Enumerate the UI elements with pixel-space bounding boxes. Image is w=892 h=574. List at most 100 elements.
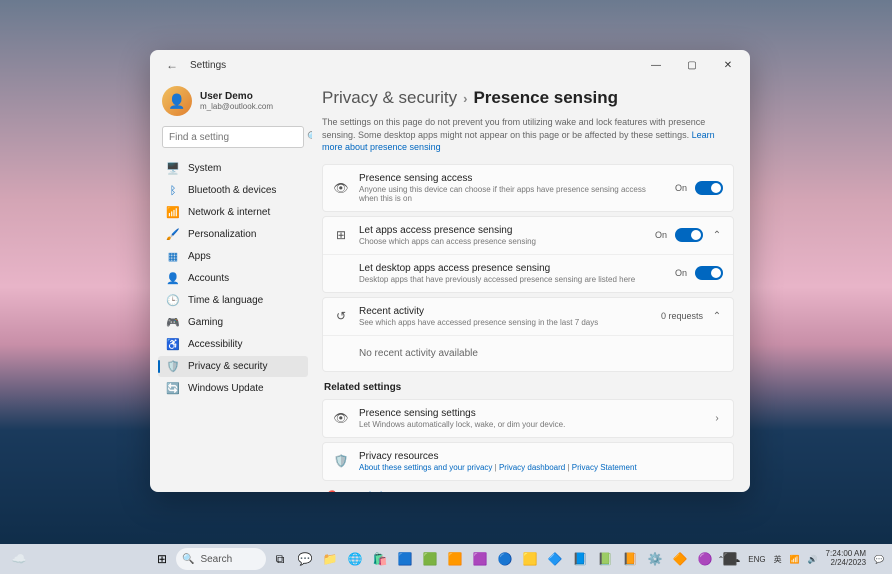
store-icon[interactable]: 🛍️: [369, 548, 391, 570]
taskbar-search[interactable]: 🔍 Search: [176, 548, 266, 570]
back-button[interactable]: ←: [158, 55, 186, 75]
minimize-button[interactable]: —: [638, 53, 674, 77]
app-icon[interactable]: 📗: [594, 548, 616, 570]
taskbar-center: ⊞ 🔍 Search ⧉ 💬 📁 🌐 🛍️ 🟦 🟩 🟧 🟪 🔵 🟨 🔷 📘 📗 …: [151, 548, 741, 570]
app-icon[interactable]: 🟩: [419, 548, 441, 570]
app-icon[interactable]: 🔵: [494, 548, 516, 570]
sidebar: 👤 User Demo m_lab@outlook.com 🔍 🖥️ System…: [150, 80, 312, 492]
lang-indicator[interactable]: ENG: [748, 555, 765, 564]
search-box[interactable]: 🔍: [162, 126, 304, 148]
privacy-about-link[interactable]: About these settings and your privacy: [359, 463, 492, 472]
user-block[interactable]: 👤 User Demo m_lab@outlook.com: [158, 80, 308, 126]
privacy-dashboard-link[interactable]: Privacy dashboard: [499, 463, 565, 472]
get-help-link[interactable]: ❓ Get help: [322, 485, 734, 492]
sidebar-item-accounts[interactable]: 👤Accounts: [158, 268, 308, 289]
task-view-icon[interactable]: ⧉: [269, 548, 291, 570]
edge-icon[interactable]: 🌐: [344, 548, 366, 570]
sidebar-item-label: Gaming: [188, 317, 223, 328]
app-icon[interactable]: 📘: [569, 548, 591, 570]
toggle-state: On: [675, 268, 687, 278]
sidebar-item-label: Privacy & security: [188, 361, 267, 372]
recent-activity-row[interactable]: ↺ Recent activity See which apps have ac…: [323, 298, 733, 335]
apps-icon: ⊞: [333, 227, 349, 243]
window-controls: — ▢ ✕: [638, 53, 746, 77]
content: Privacy & security › Presence sensing Th…: [312, 80, 750, 492]
maximize-button[interactable]: ▢: [674, 53, 710, 77]
user-name: User Demo: [200, 91, 273, 102]
sidebar-item-label: Windows Update: [188, 383, 264, 394]
app-icon[interactable]: 🟧: [444, 548, 466, 570]
privacy-resources-card: 🛡️ Privacy resources About these setting…: [322, 442, 734, 481]
app-icon[interactable]: 📙: [619, 548, 641, 570]
app-icon[interactable]: ⬛: [719, 548, 741, 570]
presence-access-toggle[interactable]: [695, 181, 723, 195]
apps-access-toggle[interactable]: [675, 228, 703, 242]
gaming-icon: 🎮: [166, 316, 180, 330]
sidebar-item-network[interactable]: 📶 Network & internet: [158, 202, 308, 223]
breadcrumb-parent[interactable]: Privacy & security: [322, 88, 457, 108]
chevron-right-icon: ›: [463, 91, 467, 106]
sidebar-item-update[interactable]: 🔄 Windows Update: [158, 378, 308, 399]
request-count: 0 requests: [661, 311, 703, 321]
chevron-up-icon[interactable]: ⌃: [711, 230, 723, 241]
sidebar-item-apps[interactable]: ▦Apps: [158, 246, 308, 267]
wifi-icon[interactable]: 📶: [790, 555, 800, 564]
sidebar-item-time[interactable]: 🕒Time & language: [158, 290, 308, 311]
app-icon[interactable]: 🟦: [394, 548, 416, 570]
sidebar-item-personalization[interactable]: 🖌️ Personalization: [158, 224, 308, 245]
sidebar-item-privacy[interactable]: 🛡️Privacy & security: [158, 356, 308, 377]
clock[interactable]: 7:24:00 AM 2/24/2023: [826, 550, 866, 568]
sidebar-item-label: Network & internet: [188, 207, 270, 218]
system-icon: 🖥️: [166, 162, 180, 176]
app-icon[interactable]: 🔶: [669, 548, 691, 570]
presence-icon: 👁: [333, 180, 349, 196]
toggle-state: On: [655, 230, 667, 240]
sidebar-item-label: Bluetooth & devices: [188, 185, 276, 196]
nav-list: 🖥️ System ᛒBluetooth & devices 📶 Network & i…: [158, 158, 308, 399]
sidebar-item-accessibility[interactable]: ♿ Accessibility: [158, 334, 308, 355]
sidebar-item-label: Accessibility: [188, 339, 242, 350]
chevron-right-icon: ›: [711, 413, 723, 424]
chat-icon[interactable]: 💬: [294, 548, 316, 570]
presence-access-row: 👁 Presence sensing access Anyone using t…: [323, 165, 733, 211]
network-icon: 📶: [166, 206, 180, 220]
shield-icon: 🛡️: [333, 453, 349, 469]
settings-icon[interactable]: ⚙️: [644, 548, 666, 570]
close-button[interactable]: ✕: [710, 53, 746, 77]
sidebar-item-label: Time & language: [188, 295, 263, 306]
sidebar-item-label: System: [188, 163, 221, 174]
notifications-icon[interactable]: 💬: [874, 555, 884, 564]
explorer-icon[interactable]: 📁: [319, 548, 341, 570]
window-title: Settings: [190, 60, 638, 71]
weather-widget[interactable]: ☁️: [8, 548, 30, 570]
desktop-apps-toggle[interactable]: [695, 266, 723, 280]
presence-settings-card[interactable]: 👁 Presence sensing settings Let Windows …: [322, 399, 734, 438]
sidebar-item-system[interactable]: 🖥️ System: [158, 158, 308, 179]
ime-indicator[interactable]: 英: [774, 554, 782, 565]
presence-settings-icon: 👁: [333, 410, 349, 426]
accessibility-icon: ♿: [166, 338, 180, 352]
taskbar: ☁️ ⊞ 🔍 Search ⧉ 💬 📁 🌐 🛍️ 🟦 🟩 🟧 🟪 🔵 🟨 🔷 📘…: [0, 544, 892, 574]
user-info: User Demo m_lab@outlook.com: [200, 91, 273, 111]
update-icon: 🔄: [166, 382, 180, 396]
app-icon[interactable]: 🟣: [694, 548, 716, 570]
privacy-statement-link[interactable]: Privacy Statement: [572, 463, 637, 472]
sidebar-item-gaming[interactable]: 🎮 Gaming: [158, 312, 308, 333]
app-icon[interactable]: 🔷: [544, 548, 566, 570]
accounts-icon: 👤: [166, 272, 180, 286]
sidebar-item-bluetooth[interactable]: ᛒBluetooth & devices: [158, 180, 308, 201]
start-button[interactable]: ⊞: [151, 548, 173, 570]
volume-icon[interactable]: 🔊: [808, 555, 818, 564]
sidebar-item-label: Personalization: [188, 229, 256, 240]
app-icon[interactable]: 🟪: [469, 548, 491, 570]
presence-access-card: 👁 Presence sensing access Anyone using t…: [322, 164, 734, 212]
apps-access-card: ⊞ Let apps access presence sensing Choos…: [322, 216, 734, 293]
page-title: Presence sensing: [473, 88, 618, 108]
apps-access-row: ⊞ Let apps access presence sensing Choos…: [323, 217, 733, 254]
chevron-up-icon[interactable]: ⌃: [711, 311, 723, 322]
app-icon[interactable]: 🟨: [519, 548, 541, 570]
search-input[interactable]: [163, 132, 307, 143]
window-body: 👤 User Demo m_lab@outlook.com 🔍 🖥️ System…: [150, 80, 750, 492]
personalization-icon: 🖌️: [166, 228, 180, 242]
apps-icon: ▦: [166, 250, 180, 264]
